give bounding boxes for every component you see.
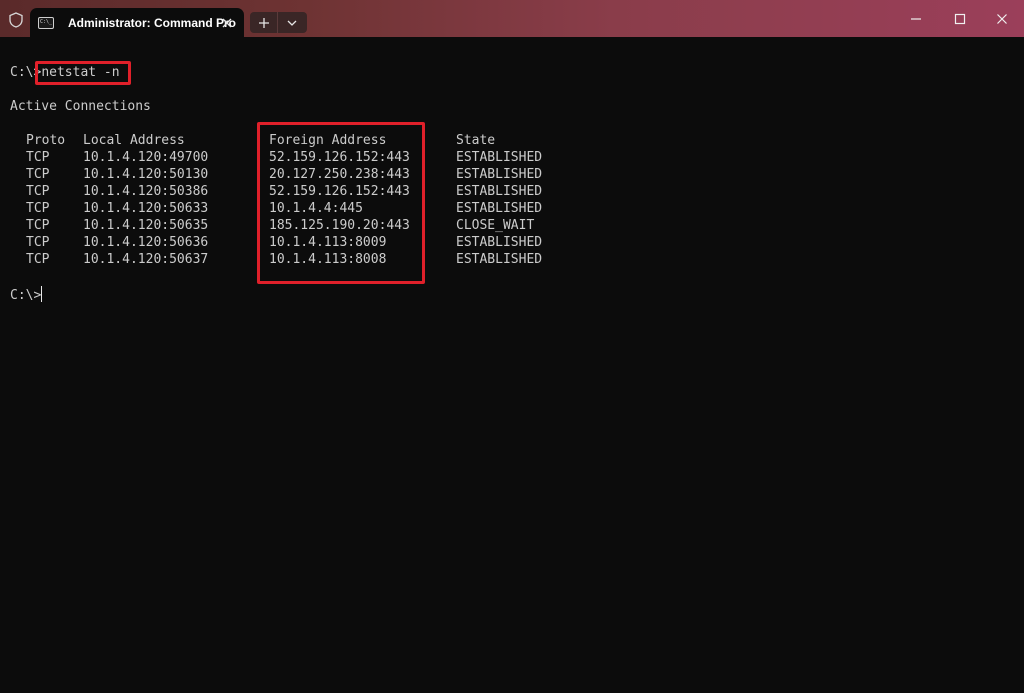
new-tab-group bbox=[250, 12, 307, 33]
row-proto: TCP bbox=[26, 184, 50, 199]
minimize-icon bbox=[911, 17, 921, 20]
tab-title: Administrator: Command Pro bbox=[68, 15, 237, 30]
row-local-address: 10.1.4.120:50636 bbox=[83, 235, 209, 250]
final-prompt-line[interactable]: C:\> bbox=[10, 286, 43, 303]
row-state: ESTABLISHED bbox=[456, 201, 543, 216]
row-local-address: 10.1.4.120:49700 bbox=[83, 150, 209, 165]
terminal-area[interactable]: C:\>netstat -n Active Connections Proto … bbox=[0, 37, 1024, 693]
row-proto: TCP bbox=[26, 235, 50, 250]
maximize-button[interactable] bbox=[938, 0, 982, 37]
row-state: ESTABLISHED bbox=[456, 150, 543, 165]
row-state: ESTABLISHED bbox=[456, 235, 543, 250]
tab-command-prompt[interactable]: C:\_ Administrator: Command Pro bbox=[30, 8, 244, 37]
row-local-address: 10.1.4.120:50130 bbox=[83, 167, 209, 182]
row-local-address: 10.1.4.120:50633 bbox=[83, 201, 209, 216]
row-proto: TCP bbox=[26, 150, 50, 165]
row-local-address: 10.1.4.120:50637 bbox=[83, 252, 209, 267]
tab-dropdown-button[interactable] bbox=[278, 12, 306, 33]
close-icon[interactable] bbox=[220, 15, 234, 29]
row-state: ESTABLISHED bbox=[456, 252, 543, 267]
row-state: CLOSE_WAIT bbox=[456, 218, 535, 233]
foreign-address-highlight-box bbox=[257, 122, 425, 284]
terminal-icon: C:\_ bbox=[38, 16, 54, 29]
row-local-address: 10.1.4.120:50386 bbox=[83, 184, 209, 199]
new-tab-button[interactable] bbox=[250, 12, 278, 33]
row-state: ESTABLISHED bbox=[456, 184, 543, 199]
header-proto: Proto bbox=[26, 133, 66, 148]
row-proto: TCP bbox=[26, 201, 50, 216]
row-state: ESTABLISHED bbox=[456, 167, 543, 182]
chevron-down-icon bbox=[287, 20, 297, 26]
final-prompt: C:\> bbox=[10, 288, 42, 303]
row-proto: TCP bbox=[26, 167, 50, 182]
minimize-button[interactable] bbox=[894, 0, 938, 37]
row-local-address: 10.1.4.120:50635 bbox=[83, 218, 209, 233]
header-state: State bbox=[456, 133, 496, 148]
maximize-icon bbox=[954, 13, 966, 24]
window-close-button[interactable] bbox=[980, 0, 1024, 37]
window-close-icon bbox=[997, 13, 1007, 24]
row-proto: TCP bbox=[26, 218, 50, 233]
command-highlight-box bbox=[35, 61, 131, 85]
plus-icon bbox=[258, 17, 269, 28]
title-bar[interactable]: C:\_ Administrator: Command Pro bbox=[0, 0, 1024, 37]
row-proto: TCP bbox=[26, 252, 50, 267]
active-connections-heading: Active Connections bbox=[10, 99, 151, 114]
header-local-address: Local Address bbox=[83, 133, 185, 148]
shield-icon bbox=[6, 10, 26, 30]
text-cursor bbox=[41, 286, 43, 302]
